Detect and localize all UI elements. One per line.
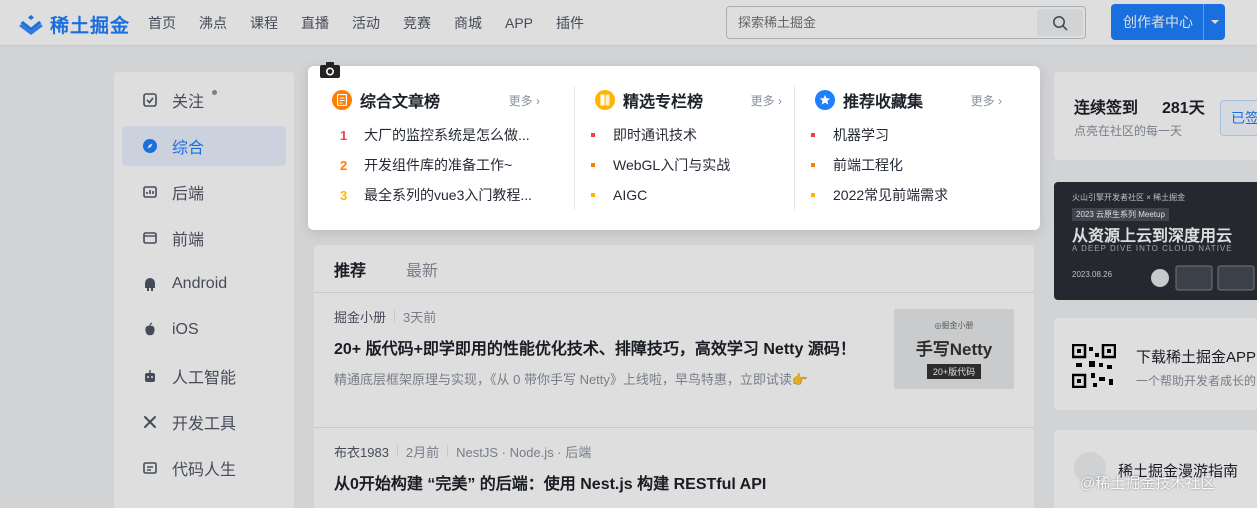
- bullet-icon: [591, 163, 595, 167]
- ranking-item[interactable]: 3 最全系列的vue3入门教程...: [332, 180, 564, 210]
- chevron-right-icon: ›: [536, 94, 540, 108]
- more-label: 更多: [750, 94, 775, 108]
- ranking-item[interactable]: 2022常见前端需求: [799, 180, 1026, 210]
- ranking-header: 精选专栏榜 更多 ›: [575, 86, 806, 114]
- ranking-list: 机器学习 前端工程化 2022常见前端需求: [795, 120, 1026, 210]
- column-rank-icon: [595, 90, 615, 110]
- ranking-header: 综合文章榜 更多 ›: [332, 86, 564, 114]
- ranking-item-title: 机器学习: [833, 127, 889, 143]
- ranking-item-title: 开发组件库的准备工作~: [364, 157, 513, 173]
- collection-ranking: 推荐收藏集 更多 › 机器学习 前端工程化 2022常见前端需求: [794, 86, 1026, 210]
- rank-number: 3: [340, 187, 348, 203]
- chevron-right-icon: ›: [778, 94, 782, 108]
- ranking-item-title: 2022常见前端需求: [833, 187, 949, 203]
- bullet-icon: [591, 193, 595, 197]
- column-ranking: 精选专栏榜 更多 › 即时通讯技术 WebGL入门与实战 AIGC: [574, 86, 806, 210]
- bullet-icon: [811, 193, 815, 197]
- ranking-item[interactable]: WebGL入门与实战: [579, 150, 806, 180]
- chevron-right-icon: ›: [998, 94, 1002, 108]
- article-ranking: 综合文章榜 更多 › 1 大厂的监控系统是怎么做... 2 开发组件库的准备工作…: [332, 86, 564, 210]
- ranking-more-link[interactable]: 更多 ›: [509, 92, 540, 109]
- ranking-item-title: 前端工程化: [833, 157, 903, 173]
- watermark: @稀土掘金技术社区: [1080, 475, 1216, 492]
- ranking-item[interactable]: 机器学习: [799, 120, 1026, 150]
- ranking-title: 综合文章榜: [360, 94, 441, 111]
- ranking-item[interactable]: AIGC: [579, 180, 806, 210]
- camera-icon[interactable]: [320, 62, 340, 78]
- more-label: 更多: [970, 94, 995, 108]
- ranking-list: 1 大厂的监控系统是怎么做... 2 开发组件库的准备工作~ 3 最全系列的vu…: [332, 120, 564, 210]
- ranking-item-title: 最全系列的vue3入门教程...: [364, 187, 533, 203]
- ranking-item[interactable]: 2 开发组件库的准备工作~: [332, 150, 564, 180]
- ranking-item[interactable]: 前端工程化: [799, 150, 1026, 180]
- ranking-more-link[interactable]: 更多 ›: [971, 92, 1002, 109]
- rankings-popup: 综合文章榜 更多 › 1 大厂的监控系统是怎么做... 2 开发组件库的准备工作…: [308, 62, 1040, 230]
- ranking-item[interactable]: 即时通讯技术: [579, 120, 806, 150]
- star-icon: [815, 90, 835, 110]
- bullet-icon: [591, 133, 595, 137]
- ranking-item[interactable]: 1 大厂的监控系统是怎么做...: [332, 120, 564, 150]
- more-label: 更多: [508, 94, 533, 108]
- ranking-item-title: AIGC: [613, 187, 648, 203]
- ranking-header: 推荐收藏集 更多 ›: [795, 86, 1026, 114]
- ranking-item-title: 即时通讯技术: [613, 127, 697, 143]
- bullet-icon: [811, 133, 815, 137]
- ranking-list: 即时通讯技术 WebGL入门与实战 AIGC: [575, 120, 806, 210]
- ranking-title: 推荐收藏集: [843, 94, 924, 111]
- bullet-icon: [811, 163, 815, 167]
- rank-number: 1: [340, 127, 348, 143]
- ranking-more-link[interactable]: 更多 ›: [751, 92, 782, 109]
- ranking-title: 精选专栏榜: [623, 94, 704, 111]
- article-rank-icon: [332, 90, 352, 110]
- ranking-item-title: WebGL入门与实战: [613, 157, 731, 173]
- rank-number: 2: [340, 157, 348, 173]
- ranking-item-title: 大厂的监控系统是怎么做...: [364, 127, 530, 143]
